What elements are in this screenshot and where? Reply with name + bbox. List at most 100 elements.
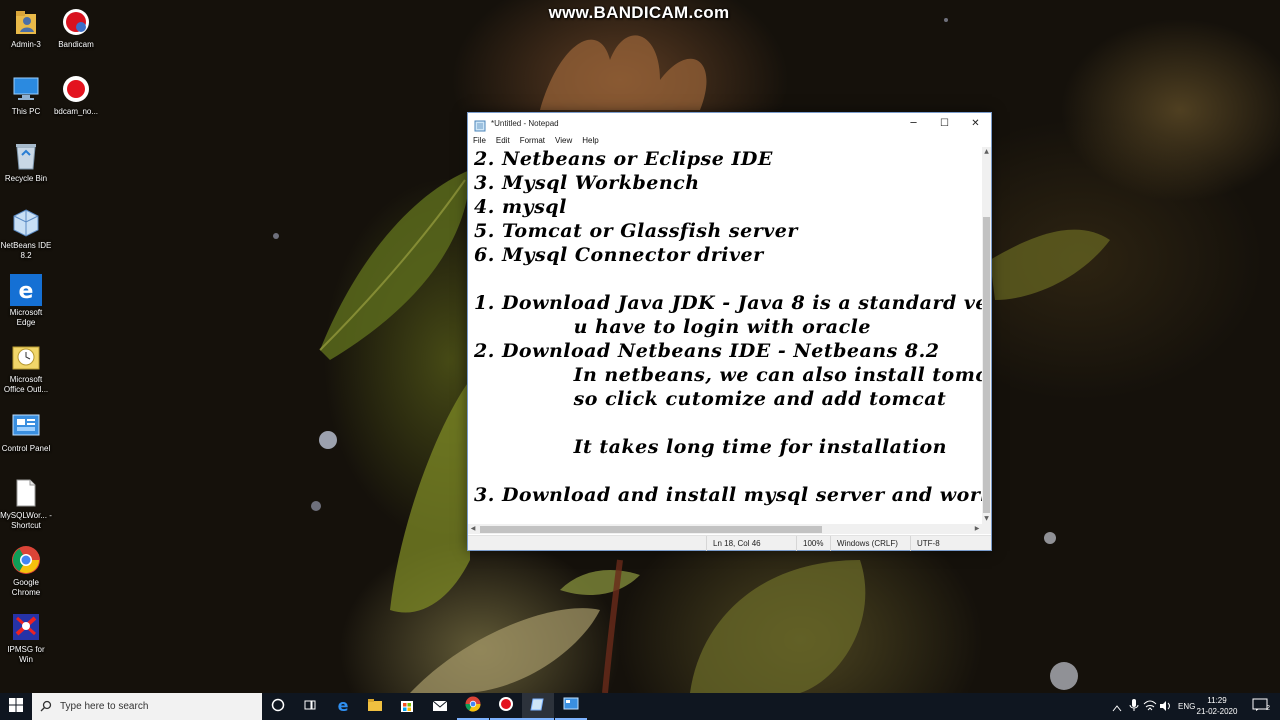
horizontal-scrollbar[interactable]: ◀ ▶ xyxy=(468,524,982,534)
scroll-down-arrow-icon[interactable]: ▼ xyxy=(982,514,991,524)
desktop-icon-mysql-workbench-shortcut[interactable]: MySQLWor... - Shortcut xyxy=(0,477,52,531)
search-placeholder: Type here to search xyxy=(60,701,149,712)
horizontal-scroll-thumb[interactable] xyxy=(480,526,822,533)
desktop-icon-label: bdcam_no... xyxy=(53,107,99,116)
desktop-icon-admin[interactable]: Admin-3 xyxy=(0,6,52,50)
desktop-icon-bandicam[interactable]: Bandicam xyxy=(50,6,102,50)
taskbar-control-panel[interactable] xyxy=(555,693,587,720)
microphone-icon xyxy=(1129,697,1139,716)
tray-microphone[interactable] xyxy=(1126,693,1142,720)
vertical-scroll-thumb[interactable] xyxy=(983,217,990,513)
control-panel-icon xyxy=(563,696,579,715)
menu-view[interactable]: View xyxy=(550,136,577,145)
taskbar-chrome[interactable] xyxy=(457,693,489,720)
taskbar-notepad[interactable] xyxy=(522,693,554,720)
desktop-icon-outlook[interactable]: Microsoft Office Outl... xyxy=(0,341,52,395)
tray-volume[interactable] xyxy=(1158,693,1174,720)
vertical-scrollbar[interactable]: ▲ ▼ xyxy=(982,147,991,524)
cortana-button[interactable] xyxy=(262,693,294,720)
desktop-icon-label: Microsoft Edge xyxy=(9,308,43,327)
chrome-icon xyxy=(465,696,481,716)
edge-icon: e xyxy=(335,696,351,717)
svg-text:e: e xyxy=(19,279,34,304)
desktop-icon-netbeans[interactable]: NetBeans IDE 8.2 xyxy=(0,207,52,261)
bandicam-icon xyxy=(498,696,514,716)
scroll-right-arrow-icon[interactable]: ▶ xyxy=(972,524,982,534)
close-button[interactable]: ✕ xyxy=(960,113,991,133)
editor-line: 1. Download Java JDK - Java 8 is a stand… xyxy=(474,292,982,314)
clock-date: 21-02-2020 xyxy=(1196,707,1238,716)
notepad-window[interactable]: *Untitled - Notepad ─ ☐ ✕ File Edit Form… xyxy=(467,112,992,551)
maximize-button[interactable]: ☐ xyxy=(929,113,960,133)
desktop-icon-label: Bandicam xyxy=(58,40,94,49)
taskbar-search-box[interactable]: Type here to search xyxy=(32,693,262,720)
window-title: *Untitled - Notepad xyxy=(491,118,559,128)
desktop-icon-ipmsg[interactable]: IPMSG for Win xyxy=(0,611,52,665)
action-center-button[interactable]: 2 xyxy=(1246,693,1274,720)
desktop-icon-recycle-bin[interactable]: Recycle Bin xyxy=(0,140,52,184)
status-line-ending: Windows (CRLF) xyxy=(830,536,898,551)
menu-help[interactable]: Help xyxy=(577,136,603,145)
notepad-titlebar[interactable]: *Untitled - Notepad ─ ☐ ✕ xyxy=(468,113,991,133)
desktop-icon-label: MySQLWor... - Shortcut xyxy=(0,511,52,530)
desktop-icon-label: Google Chrome xyxy=(11,578,41,597)
taskbar-file-explorer[interactable] xyxy=(359,693,391,720)
editor-line-current: 3. Download and install mysql server and… xyxy=(474,483,982,507)
desktop-icon-label: Recycle Bin xyxy=(4,174,48,183)
menu-edit[interactable]: Edit xyxy=(491,136,515,145)
file-shortcut-icon xyxy=(10,477,42,509)
speaker-icon xyxy=(1159,697,1173,716)
editor-line: 5. Tomcat or Glassfish server xyxy=(474,220,798,242)
scroll-up-arrow-icon[interactable]: ▲ xyxy=(982,147,991,157)
wifi-icon xyxy=(1143,697,1157,716)
desktop-icon-label: IPMSG for Win xyxy=(7,645,45,664)
menu-file[interactable]: File xyxy=(468,136,491,145)
desktop-icon-label: Admin-3 xyxy=(11,40,41,49)
outlook-icon xyxy=(10,341,42,373)
status-zoom: 100% xyxy=(796,536,823,551)
minimize-button[interactable]: ─ xyxy=(898,113,929,133)
svg-text:e: e xyxy=(338,697,349,713)
show-hidden-icons-button[interactable] xyxy=(1108,693,1126,720)
taskbar-store[interactable] xyxy=(391,693,423,720)
taskbar-mail[interactable] xyxy=(424,693,456,720)
editor-line: In netbeans, we can also install tomcat xyxy=(474,364,982,386)
menu-format[interactable]: Format xyxy=(515,136,550,145)
start-button[interactable] xyxy=(0,693,32,720)
editor-line: It takes long time for installation xyxy=(474,436,947,458)
clock-time: 11:29 xyxy=(1207,696,1227,705)
task-view-button[interactable] xyxy=(294,693,326,720)
text-editor-area[interactable]: 2. Netbeans or Eclipse IDE 3. Mysql Work… xyxy=(468,147,982,524)
editor-line: 6. Mysql Connector driver xyxy=(474,244,764,266)
desktop-icon-chrome[interactable]: Google Chrome xyxy=(0,544,52,598)
task-view-icon xyxy=(303,697,317,716)
desktop-icon-control-panel[interactable]: Control Panel xyxy=(0,410,52,454)
language-indicator[interactable]: ENG xyxy=(1178,693,1195,720)
desktop-icon-bdcam[interactable]: bdcam_no... xyxy=(50,73,102,117)
user-folder-icon xyxy=(10,6,42,38)
tray-network[interactable] xyxy=(1142,693,1158,720)
status-cursor-position: Ln 18, Col 46 xyxy=(706,536,761,551)
menu-bar: File Edit Format View Help xyxy=(468,133,991,147)
desktop-icon-edge[interactable]: e Microsoft Edge xyxy=(0,274,52,328)
recycle-bin-icon xyxy=(10,140,42,172)
notepad-icon xyxy=(530,696,546,716)
bandicam-icon xyxy=(60,6,92,38)
editor-line: 2. Netbeans or Eclipse IDE xyxy=(474,148,773,170)
chevron-up-icon xyxy=(1112,697,1122,716)
search-icon xyxy=(40,697,52,716)
clock[interactable]: 11:29 21-02-2020 xyxy=(1196,695,1238,717)
taskbar-edge[interactable]: e xyxy=(327,693,359,720)
desktop-icon-label: NetBeans IDE 8.2 xyxy=(0,241,52,260)
notification-count: 2 xyxy=(1266,705,1270,712)
scroll-left-arrow-icon[interactable]: ◀ xyxy=(468,524,478,534)
netbeans-icon xyxy=(10,207,42,239)
editor-line: u have to login with oracle xyxy=(474,316,871,338)
control-panel-icon xyxy=(10,410,42,442)
bandicam-record-icon xyxy=(60,73,92,105)
desktop-icon-this-pc[interactable]: This PC xyxy=(0,73,52,117)
taskbar-bandicam[interactable] xyxy=(490,693,522,720)
mail-icon xyxy=(432,697,448,716)
editor-line: 4. mysql xyxy=(474,196,567,218)
status-bar: Ln 18, Col 46 100% Windows (CRLF) UTF-8 xyxy=(468,535,991,551)
